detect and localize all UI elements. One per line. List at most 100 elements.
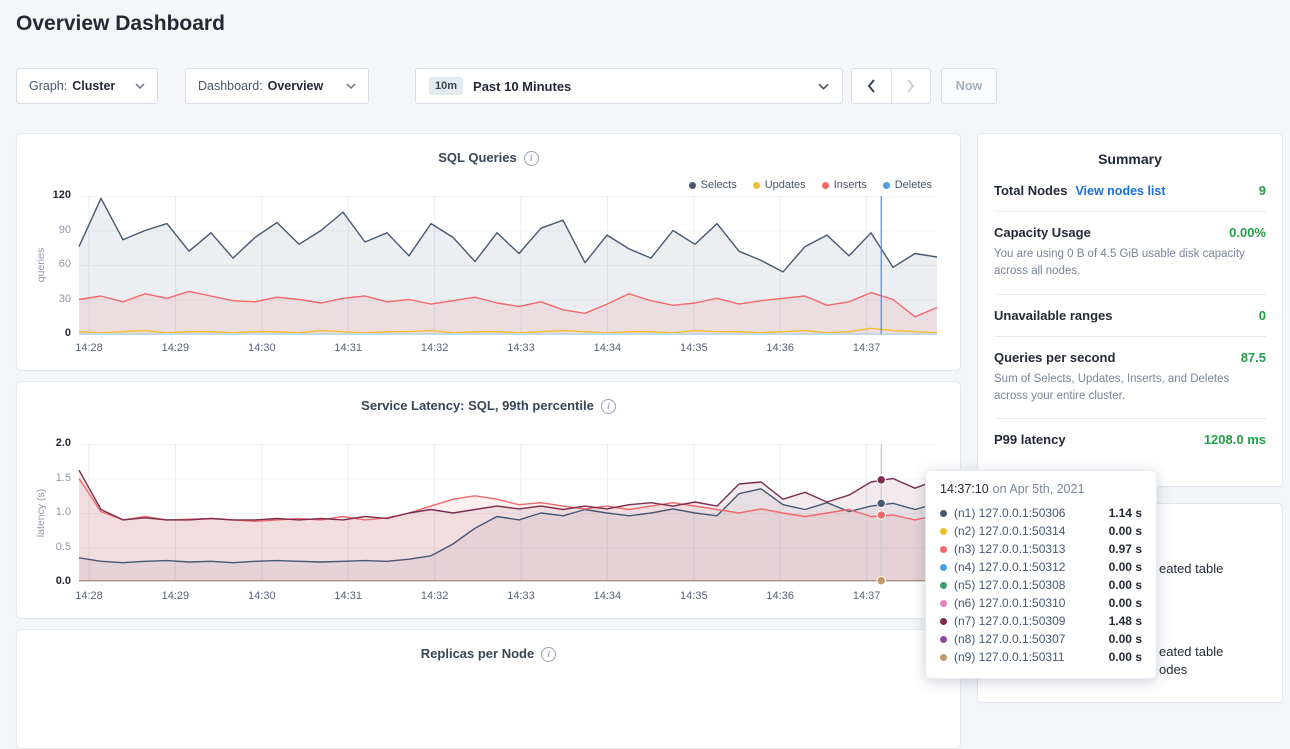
time-nav-group [851,68,931,104]
chart-title: SQL Queries [438,150,517,165]
x-axis-tick: 14:35 [670,590,718,602]
time-range-selector[interactable]: 10m Past 10 Minutes [415,68,843,104]
node-series-dot [940,600,947,607]
sql-queries-chart-panel: SQL Queries Selects Updates Inserts Deletes… [16,133,961,371]
dashboard-dropdown[interactable]: Dashboard: Overview [185,68,369,104]
x-axis-tick: 14:35 [670,342,718,354]
x-axis-tick: 14:36 [756,590,804,602]
view-nodes-list-link[interactable]: View nodes list [1075,184,1165,198]
graph-dropdown[interactable]: Graph: Cluster [16,68,158,104]
legend-item[interactable]: Selects [689,179,737,191]
node-address: (n2) 127.0.0.1:50314 [954,524,1109,538]
chart-hover-tooltip: 14:37:10on Apr 5th, 2021 (n1) 127.0.0.1:… [925,470,1157,679]
chart-plot-area[interactable] [79,196,937,334]
legend-dot [753,182,760,189]
node-series-dot [940,618,947,625]
summary-subtext: You are using 0 B of 4.5 GiB usable disk… [994,246,1266,281]
legend-dot [883,182,890,189]
node-series-dot [940,564,947,571]
time-next-button[interactable] [891,69,930,103]
node-address: (n6) 127.0.0.1:50310 [954,596,1109,610]
chevron-down-icon [346,83,356,89]
event-text-fragment: odes [1159,662,1187,677]
tooltip-node-row: (n9) 127.0.0.1:503110.00 s [940,648,1142,666]
y-axis-tick: 90 [31,224,71,236]
summary-value: 1208.0 ms [1204,432,1266,447]
info-icon[interactable] [541,647,556,662]
tooltip-node-row: (n8) 127.0.0.1:503070.00 s [940,630,1142,648]
node-address: (n1) 127.0.0.1:50306 [954,506,1109,520]
tooltip-node-row: (n6) 127.0.0.1:503100.00 s [940,594,1142,612]
legend-item[interactable]: Inserts [822,179,867,191]
legend-item[interactable]: Updates [753,179,806,191]
event-text-fragment: eated table [1159,561,1223,576]
legend-label: Inserts [834,179,867,191]
x-axis-tick: 14:28 [65,342,113,354]
node-latency-value: 0.00 s [1109,578,1142,592]
node-address: (n3) 127.0.0.1:50313 [954,542,1109,556]
summary-label: Unavailable ranges [994,308,1113,323]
x-axis-tick: 14:31 [324,590,372,602]
legend-label: Deletes [895,179,932,191]
info-icon[interactable] [601,399,616,414]
summary-label: Capacity Usage [994,225,1091,240]
tooltip-node-row: (n4) 127.0.0.1:503120.00 s [940,558,1142,576]
x-axis-tick: 14:37 [843,590,891,602]
x-axis-tick: 14:32 [411,590,459,602]
chart-title: Service Latency: SQL, 99th percentile [361,398,594,413]
y-axis-tick: 0.5 [31,541,71,553]
summary-row-total-nodes: Total Nodes View nodes list 9 [994,181,1266,211]
x-axis-tick: 14:36 [756,342,804,354]
tooltip-node-row: (n7) 127.0.0.1:503091.48 s [940,612,1142,630]
x-axis-tick: 14:32 [411,342,459,354]
node-series-dot [940,528,947,535]
graph-dropdown-label: Graph: [29,79,67,93]
node-series-dot [940,636,947,643]
now-button[interactable]: Now [941,68,997,104]
summary-label: P99 latency [994,432,1066,447]
node-latency-value: 1.48 s [1109,614,1142,628]
event-text-fragment: eated table [1159,644,1223,659]
node-series-dot [940,582,947,589]
legend-dot [822,182,829,189]
chart-plot-area[interactable] [79,444,937,582]
service-latency-chart-panel: Service Latency: SQL, 99th percentile 2.… [16,381,961,619]
tooltip-rows: (n1) 127.0.0.1:503061.14 s (n2) 127.0.0.1… [940,504,1142,666]
tooltip-node-row: (n3) 127.0.0.1:503130.97 s [940,540,1142,558]
x-axis-tick: 14:30 [238,342,286,354]
graph-dropdown-value: Cluster [72,79,115,93]
legend-dot [689,182,696,189]
summary-value: 0.00% [1229,225,1266,240]
y-axis-tick: 120 [31,189,71,201]
chart-legend: Selects Updates Inserts Deletes [689,179,932,191]
x-axis-tick: 14:29 [151,342,199,354]
time-prev-button[interactable] [852,69,891,103]
dashboard-dropdown-label: Dashboard: [198,79,263,93]
legend-label: Selects [701,179,737,191]
legend-item[interactable]: Deletes [883,179,932,191]
y-axis-tick: 0 [31,327,71,339]
info-icon[interactable] [524,151,539,166]
chevron-down-icon [818,83,829,90]
chevron-down-icon [135,83,145,89]
node-latency-value: 0.00 s [1109,524,1142,538]
summary-panel: Summary Total Nodes View nodes list 9 Ca… [977,133,1283,487]
x-axis-tick: 14:29 [151,590,199,602]
summary-row-queries-per-second: Queries per second 87.5 Sum of Selects, … [994,336,1266,419]
y-axis-title: queries [35,248,47,282]
node-address: (n4) 127.0.0.1:50312 [954,560,1109,574]
summary-label: Queries per second [994,350,1115,365]
node-address: (n7) 127.0.0.1:50309 [954,614,1109,628]
chart-title: Replicas per Node [421,646,534,661]
x-axis-tick: 14:33 [497,590,545,602]
y-axis-tick: 0.0 [31,575,71,587]
x-axis-tick: 14:31 [324,342,372,354]
x-axis-tick: 14:34 [583,590,631,602]
summary-value: 9 [1259,183,1266,198]
tooltip-node-row: (n1) 127.0.0.1:503061.14 s [940,504,1142,522]
summary-row-capacity-usage: Capacity Usage 0.00% You are using 0 B o… [994,211,1266,294]
node-address: (n8) 127.0.0.1:50307 [954,632,1109,646]
summary-label: Total Nodes [994,183,1067,198]
chart-title-row: SQL Queries [17,150,960,166]
node-address: (n5) 127.0.0.1:50308 [954,578,1109,592]
